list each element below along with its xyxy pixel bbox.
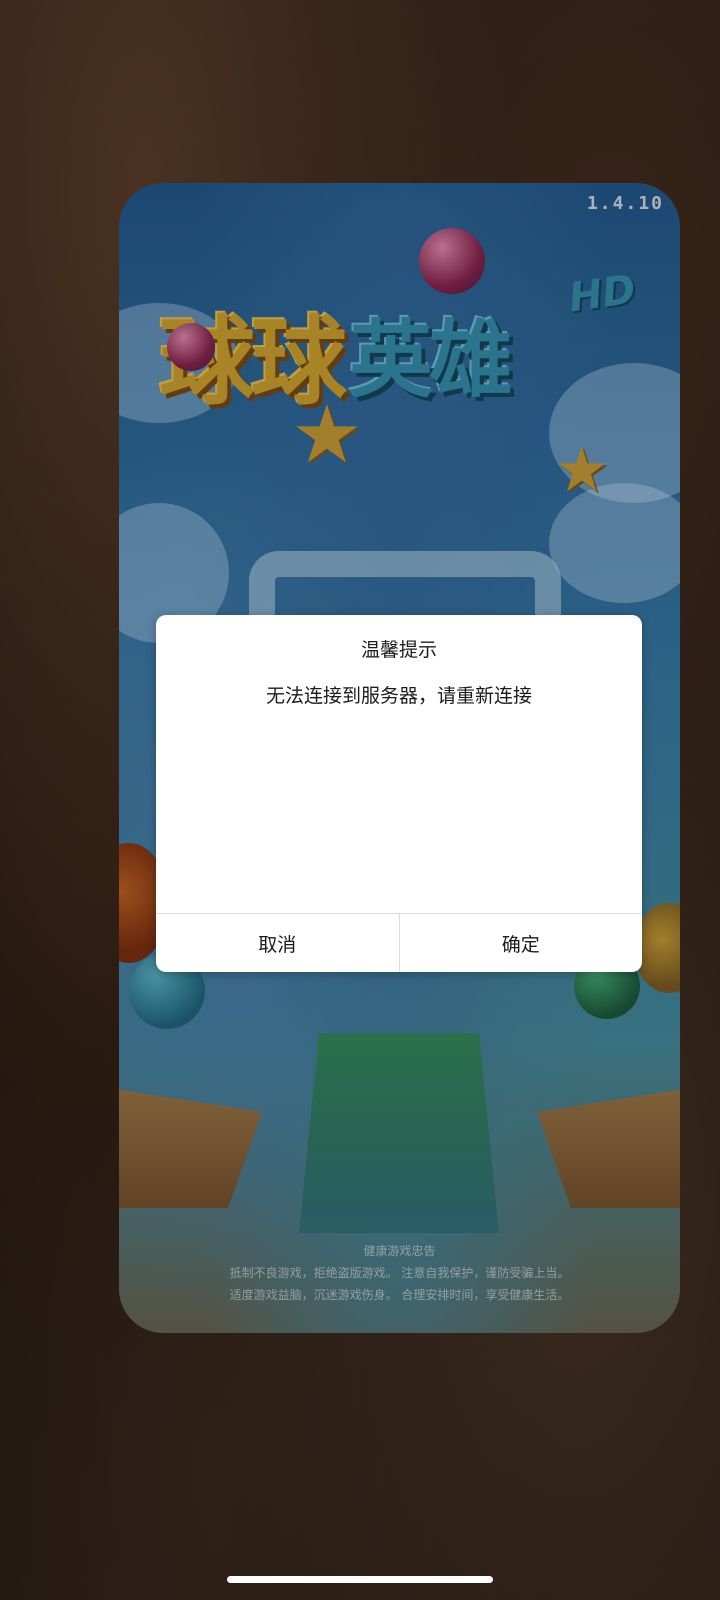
connection-error-dialog: 温馨提示 无法连接到服务器，请重新连接 取消 确定 bbox=[156, 615, 642, 972]
home-indicator-bar[interactable] bbox=[227, 1576, 493, 1583]
dialog-title: 温馨提示 bbox=[360, 639, 437, 661]
confirm-button[interactable]: 确定 bbox=[398, 914, 643, 972]
dialog-button-bar: 取消 确定 bbox=[156, 913, 642, 972]
dialog-message: 无法连接到服务器，请重新连接 bbox=[265, 685, 532, 707]
cancel-button[interactable]: 取消 bbox=[156, 914, 399, 972]
